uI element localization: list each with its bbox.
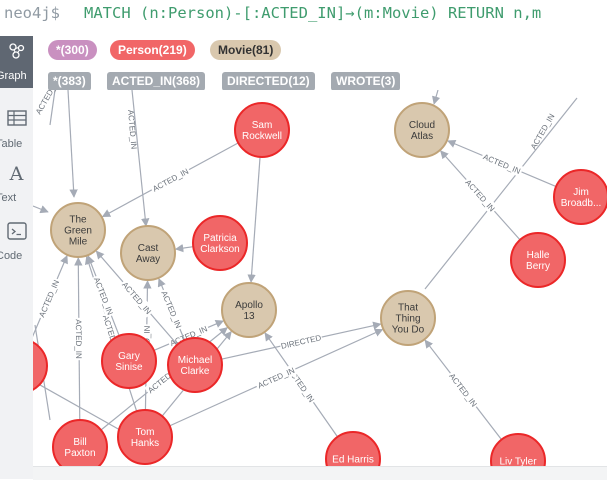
person-node-gary[interactable]: GarySinise: [101, 333, 157, 389]
node-caption: Sinise: [115, 362, 143, 373]
person-node-halle[interactable]: HalleBerry: [510, 232, 566, 288]
edge-label: ACTED_IN: [482, 152, 522, 176]
node-caption: Clarkson: [200, 244, 239, 255]
node-caption: That: [398, 303, 418, 314]
node-caption: Hanks: [131, 438, 159, 449]
node-caption: Ed Harris: [332, 455, 374, 466]
node-caption: Cloud: [409, 120, 435, 131]
graph-icon: [0, 42, 33, 66]
sidebar-item-code[interactable]: Code: [0, 216, 33, 268]
node-caption: Broadb...: [561, 198, 602, 209]
node-caption: Clarke: [181, 366, 210, 377]
movie-node-cast[interactable]: CastAway: [120, 225, 176, 281]
node-caption: Thing: [395, 314, 420, 325]
code-icon: [0, 222, 33, 246]
node-label-person[interactable]: Person(219): [110, 40, 195, 60]
person-node-jim[interactable]: JimBroadb...: [553, 169, 607, 225]
node-caption: Paxton: [64, 448, 95, 459]
movie-node-cloud[interactable]: CloudAtlas: [394, 102, 450, 158]
relationship-edge[interactable]: [247, 156, 261, 283]
sidebar-item-label: Code: [0, 250, 23, 262]
movie-node-green[interactable]: TheGreenMile: [50, 202, 106, 258]
rel-type-directed[interactable]: DIRECTED(12): [222, 72, 315, 91]
rel-type-all[interactable]: *(383): [48, 72, 91, 91]
sidebar-item-text[interactable]: A Text: [0, 158, 33, 210]
table-icon: [0, 110, 33, 132]
node-caption: Cast: [138, 243, 159, 254]
edge-label: ACTED_IN: [74, 319, 83, 359]
query-prompt: neo4j$: [4, 4, 60, 22]
node-caption: 13: [243, 311, 255, 322]
rel-type-acted-in[interactable]: ACTED_IN(368): [107, 72, 206, 91]
view-sidebar: Graph Table A Text Code: [0, 36, 33, 479]
movie-node-thing[interactable]: ThatThingYou Do: [380, 290, 436, 346]
edge-label: ACTED_IN: [463, 178, 496, 214]
node-caption: Away: [136, 254, 160, 265]
edge-label: ACTED_IN: [126, 109, 138, 149]
node-caption: Tom: [136, 427, 155, 438]
edge-label: ACTED_IN: [447, 372, 478, 409]
edge-label: ACTED_IN: [529, 112, 557, 151]
rel-type-wrote[interactable]: WROTE(3): [331, 72, 401, 91]
edge-label: ACTED_IN: [92, 276, 115, 316]
node-caption: You Do: [392, 325, 425, 336]
node-caption: Mile: [69, 237, 88, 248]
edge-label: ACTED_IN: [159, 290, 183, 330]
person-node-tom[interactable]: TomHanks: [117, 409, 173, 465]
node-label-all[interactable]: *(300): [48, 40, 97, 60]
node-caption: Michael: [178, 355, 212, 366]
node-caption: Apollo: [235, 300, 263, 311]
text-icon: A: [9, 163, 24, 185]
movie-node-apollo[interactable]: Apollo13: [221, 282, 277, 338]
offscreen-edges: [33, 90, 578, 479]
edge-label: DIRECTED: [280, 333, 322, 351]
node-caption: Atlas: [411, 131, 433, 142]
sidebar-item-label: Graph: [0, 70, 27, 82]
node-caption: Green: [64, 226, 92, 237]
sidebar-item-label: Text: [0, 192, 17, 204]
graph-canvas[interactable]: ACTED_IN ACTED_IN ACTED_IN ACTED_IN ACTED_IN…: [33, 90, 607, 479]
sidebar-item-table[interactable]: Table: [0, 104, 33, 156]
graph-svg[interactable]: ACTED_INACTED_INACTED_INACTED_INACTED_IN…: [33, 90, 607, 479]
node-caption: Sam: [252, 120, 273, 131]
result-footer: [33, 466, 607, 480]
node-caption: Gary: [118, 351, 140, 362]
node-caption: Patricia: [203, 233, 237, 244]
person-node-sam[interactable]: SamRockwell: [234, 102, 290, 158]
person-node-patricia[interactable]: PatriciaClarkson: [192, 215, 248, 271]
relationship-edge[interactable]: [174, 243, 194, 253]
person-node-michael[interactable]: MichaelClarke: [167, 337, 223, 393]
node-caption: Berry: [526, 261, 550, 272]
node-caption: Jim: [573, 187, 589, 198]
query-text[interactable]: MATCH (n:Person)-[:ACTED_IN]→(m:Movie) R…: [84, 4, 541, 22]
edge-label: ACTED_IN: [151, 167, 190, 194]
node-label-movie[interactable]: Movie(81): [210, 40, 282, 60]
node-caption: Halle: [527, 250, 550, 261]
node-caption: Bill: [73, 437, 86, 448]
query-editor[interactable]: neo4j$ MATCH (n:Person)-[:ACTED_IN]→(m:M…: [0, 0, 607, 30]
sidebar-item-graph[interactable]: Graph: [0, 36, 33, 88]
edge-label: ACTED_IN: [34, 90, 62, 116]
sidebar-item-label: Table: [0, 138, 23, 150]
node-caption: Rockwell: [242, 131, 282, 142]
node-caption: The: [69, 215, 87, 226]
